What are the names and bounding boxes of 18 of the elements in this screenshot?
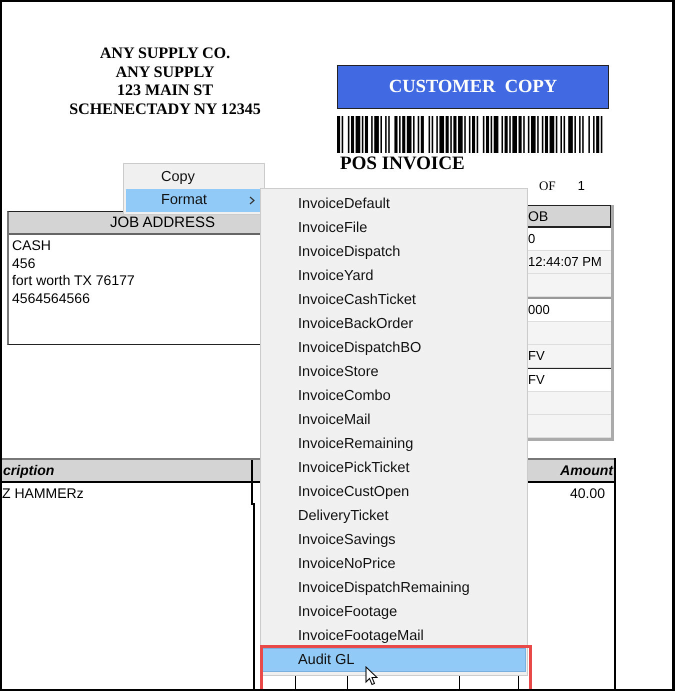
customer-copy-banner: CUSTOMER COPY: [337, 65, 609, 109]
company-line: SCHENECTADY NY 12345: [68, 100, 262, 119]
page-of-label: OF: [539, 178, 556, 194]
panel-header: OB: [526, 205, 611, 228]
column-header: cription: [2, 460, 253, 481]
document-title: POS INVOICE: [340, 153, 466, 175]
info-value: FV: [528, 348, 545, 363]
info-value: FV: [528, 372, 545, 387]
page-count: 1: [578, 178, 585, 194]
company-line: ANY SUPPLY CO.: [98, 45, 232, 64]
address-line: 456: [12, 254, 36, 272]
table-cell-text: 40.00: [570, 484, 605, 503]
info-value: 12:44:07 PM: [528, 254, 602, 269]
company-line: ANY SUPPLY: [114, 64, 216, 82]
info-value: 0: [528, 231, 536, 246]
column-header: Amount: [560, 461, 613, 480]
info-value: 000: [528, 302, 550, 317]
company-line: 123 MAIN ST: [116, 82, 214, 100]
